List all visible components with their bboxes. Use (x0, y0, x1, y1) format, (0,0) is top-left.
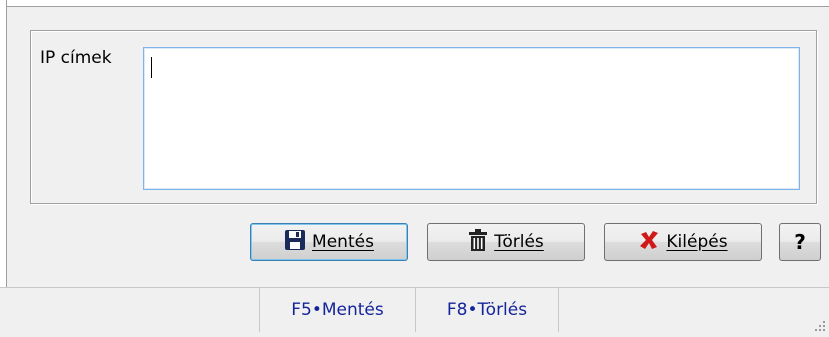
window-top-edge (0, 0, 829, 7)
red-x-icon (638, 229, 660, 256)
status-bar: F5•Mentés F8•Törlés (0, 287, 829, 332)
delete-button[interactable]: Törlés (427, 223, 585, 261)
save-button[interactable]: Mentés (250, 223, 408, 261)
help-button-label: ? (794, 230, 806, 254)
window-left-edge (0, 0, 7, 287)
size-grip-icon[interactable] (814, 317, 826, 331)
exit-button[interactable]: Kilépés (604, 223, 762, 261)
help-button[interactable]: ? (779, 223, 821, 261)
exit-button-label: Kilépés (666, 232, 728, 252)
status-f8-delete[interactable]: F8•Törlés (415, 288, 559, 332)
save-button-label: Mentés (312, 232, 374, 252)
ip-label: IP címek (40, 48, 112, 68)
status-f5-label: F5•Mentés (291, 300, 384, 320)
ip-addresses-textarea[interactable] (143, 47, 800, 190)
trash-can-icon (468, 228, 488, 257)
status-f5-save[interactable]: F5•Mentés (259, 288, 415, 332)
status-f8-label: F8•Törlés (446, 300, 528, 320)
status-cell-empty (0, 288, 259, 332)
floppy-disk-icon (284, 229, 306, 256)
text-caret (151, 57, 152, 78)
delete-button-label: Törlés (494, 232, 544, 252)
